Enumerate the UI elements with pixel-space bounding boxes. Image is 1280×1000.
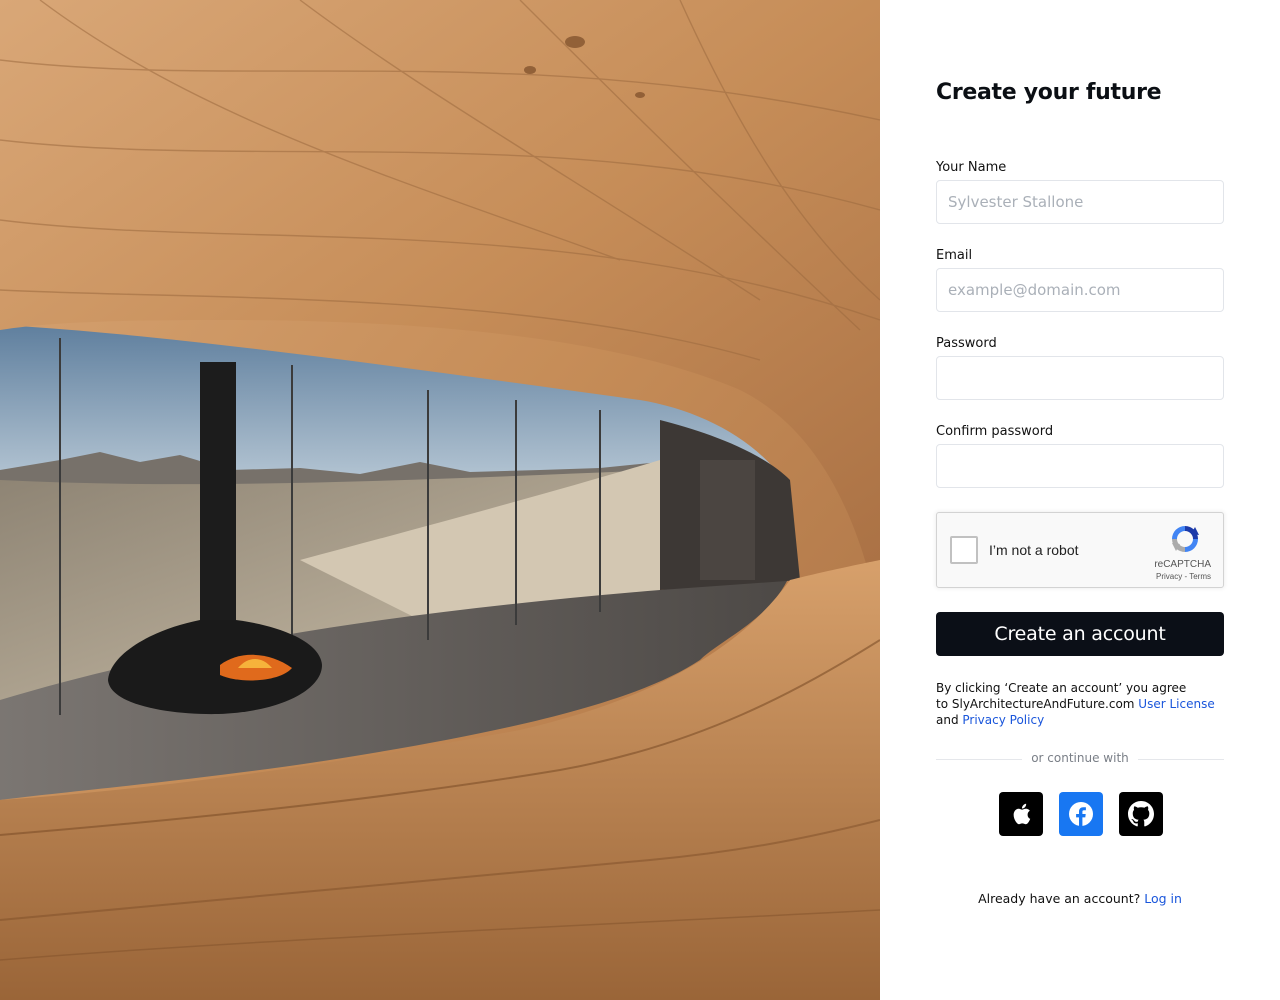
recaptcha-widget: I’m not a robot reCAPTCHA Privacy - Term…	[936, 512, 1224, 588]
apple-icon	[1013, 803, 1031, 825]
email-label: Email	[936, 248, 973, 263]
email-input[interactable]	[936, 268, 1224, 312]
password-input[interactable]	[936, 356, 1224, 400]
divider-text: or continue with	[1031, 751, 1129, 765]
recaptcha-brand: reCAPTCHA	[1154, 559, 1211, 570]
recaptcha-privacy-link[interactable]: Privacy	[1156, 572, 1182, 581]
confirm-password-label: Confirm password	[936, 424, 1054, 439]
terms-line-1: By clicking ‘Create an account’ you agre…	[936, 681, 1187, 695]
terms-notice: By clicking ‘Create an account’ you agre…	[936, 680, 1236, 728]
recaptcha-checkbox[interactable]	[950, 536, 978, 564]
page-title: Create your future	[936, 80, 1162, 105]
privacy-policy-link[interactable]: Privacy Policy	[962, 713, 1044, 727]
login-link[interactable]: Log in	[1144, 891, 1182, 906]
divider-rule-right	[1138, 759, 1224, 760]
recaptcha-icon	[1172, 526, 1199, 552]
login-prompt-text: Already have an account?	[978, 891, 1141, 906]
github-icon	[1128, 801, 1154, 827]
hero-image	[0, 0, 880, 1000]
user-license-link[interactable]: User License	[1138, 697, 1214, 711]
facebook-login-button[interactable]	[1059, 792, 1103, 836]
terms-line-2: to SlyArchitectureAndFuture.com User Lic…	[936, 696, 1236, 712]
name-label: Your Name	[936, 160, 1007, 175]
terms-site-text: to SlyArchitectureAndFuture.com	[936, 697, 1139, 711]
confirm-password-input[interactable]	[936, 444, 1224, 488]
terms-and-text: and	[936, 713, 963, 727]
recaptcha-terms-link[interactable]: Terms	[1189, 572, 1211, 581]
hero-photo-illustration	[0, 0, 880, 1000]
password-label: Password	[936, 336, 997, 351]
name-input[interactable]	[936, 180, 1224, 224]
create-account-button[interactable]: Create an account	[936, 612, 1224, 656]
apple-login-button[interactable]	[999, 792, 1043, 836]
terms-line-3: and Privacy Policy	[936, 712, 1236, 728]
recaptcha-label: I’m not a robot	[989, 542, 1079, 558]
recaptcha-links: Privacy - Terms	[1156, 572, 1211, 581]
facebook-icon	[1069, 802, 1093, 826]
social-divider: or continue with	[936, 751, 1224, 769]
login-prompt: Already have an account? Log in	[880, 891, 1280, 906]
github-login-button[interactable]	[1119, 792, 1163, 836]
signup-panel: Create your future Your Name Email Passw…	[880, 0, 1280, 1000]
